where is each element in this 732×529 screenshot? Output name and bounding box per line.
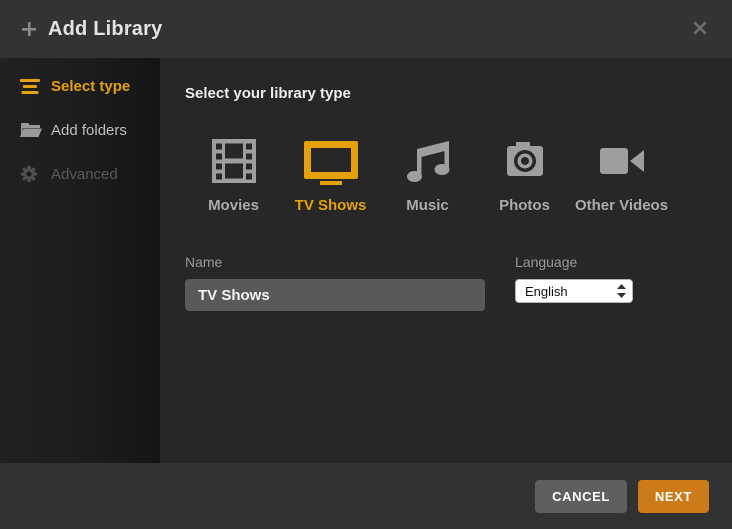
cancel-button[interactable]: CANCEL <box>535 479 627 513</box>
select-arrows-icon <box>617 284 626 298</box>
film-strip-icon <box>204 137 264 185</box>
library-type-row: Movies TV Shows Music Photos Other Video… <box>185 137 732 214</box>
type-tv-shows[interactable]: TV Shows <box>282 137 379 214</box>
language-label: Language <box>515 254 578 270</box>
video-camera-icon <box>592 137 652 185</box>
next-button[interactable]: NEXT <box>637 479 709 513</box>
type-label: Music <box>406 197 449 214</box>
list-icon <box>20 77 42 95</box>
type-movies[interactable]: Movies <box>185 137 282 214</box>
dialog-footer: CANCEL NEXT <box>0 463 732 529</box>
type-label: TV Shows <box>294 197 367 214</box>
dialog-sidebar: Select type Add folders Advanced <box>0 58 160 463</box>
music-note-icon <box>398 137 458 185</box>
sidebar-item-label: Add folders <box>51 121 127 139</box>
type-label: Movies <box>208 197 259 214</box>
fields-row: Name Language English <box>185 254 732 311</box>
sidebar-item-select-type[interactable]: Select type <box>0 64 160 108</box>
gear-icon <box>20 165 42 183</box>
plus-icon <box>22 22 36 36</box>
language-select[interactable]: English <box>515 279 633 303</box>
type-label: Other Videos <box>574 197 669 214</box>
type-music[interactable]: Music <box>379 137 476 214</box>
dialog-title: Add Library <box>48 17 163 40</box>
section-heading: Select your library type <box>185 85 351 102</box>
camera-icon <box>495 137 555 185</box>
sidebar-item-label: Select type <box>51 77 131 95</box>
add-library-dialog: Add Library Select type Add folders Adva… <box>0 0 732 529</box>
name-label: Name <box>185 254 223 270</box>
type-label: Photos <box>499 197 550 214</box>
close-icon[interactable] <box>692 20 708 36</box>
folder-icon <box>20 121 42 139</box>
sidebar-item-label: Advanced <box>51 165 118 183</box>
dialog-header: Add Library <box>0 0 732 58</box>
type-photos[interactable]: Photos <box>476 137 573 214</box>
sidebar-item-advanced[interactable]: Advanced <box>0 152 160 196</box>
sidebar-item-add-folders[interactable]: Add folders <box>0 108 160 152</box>
tv-icon <box>301 137 361 185</box>
type-other-videos[interactable]: Other Videos <box>573 137 670 214</box>
language-field-group: Language English <box>515 254 635 311</box>
dialog-main: Select your library type Movies TV Shows… <box>160 58 732 463</box>
name-field-group: Name <box>185 254 485 311</box>
name-input[interactable] <box>185 279 485 311</box>
language-selected-value: English <box>525 283 568 299</box>
